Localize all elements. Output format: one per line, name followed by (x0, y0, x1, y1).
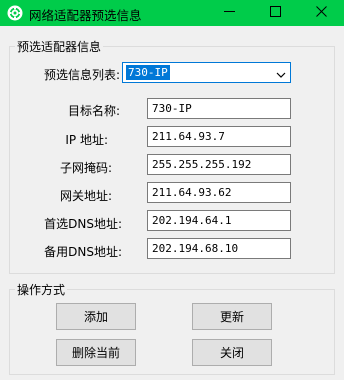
title-bar[interactable]: 网络适配器预选信息 (0, 0, 344, 26)
preset-list-label: 预选信息列表: (43, 68, 120, 82)
delete-current-button[interactable]: 删除当前 (56, 339, 136, 366)
chevron-down-icon (276, 68, 286, 78)
ip-address-label: IP 地址: (65, 133, 108, 147)
maximize-button[interactable] (252, 0, 298, 26)
update-button[interactable]: 更新 (192, 303, 272, 330)
close-window-button[interactable] (298, 0, 344, 26)
minimize-icon (223, 6, 235, 20)
add-button[interactable]: 添加 (56, 303, 136, 330)
preset-list-selected-value: 730-IP (126, 65, 170, 80)
adapter-info-legend: 预选适配器信息 (15, 38, 104, 55)
adapter-presets-window: 网络适配器预选信息 预选适配器信息 预选信息列表: 730-IP 目标名称: 7… (0, 0, 344, 380)
target-name-field[interactable]: 730-IP (147, 98, 291, 119)
ip-address-field[interactable]: 211.64.93.7 (147, 126, 291, 147)
gear-icon (7, 5, 23, 21)
primary-dns-field[interactable]: 202.194.64.1 (147, 210, 291, 231)
close-button[interactable]: 关闭 (192, 339, 272, 366)
maximize-icon (269, 6, 281, 20)
subnet-mask-label: 子网掩码: (59, 161, 112, 175)
gateway-field[interactable]: 211.64.93.62 (147, 182, 291, 203)
window-title: 网络适配器预选信息 (29, 8, 142, 23)
close-icon (315, 6, 327, 20)
preset-list-select[interactable]: 730-IP (122, 62, 291, 83)
secondary-dns-label: 备用DNS地址: (44, 245, 122, 259)
subnet-mask-field[interactable]: 255.255.255.192 (147, 154, 291, 175)
target-name-label: 目标名称: (67, 104, 120, 118)
actions-legend: 操作方式 (15, 281, 68, 298)
minimize-button[interactable] (206, 0, 252, 26)
gateway-label: 网关地址: (59, 189, 112, 203)
secondary-dns-field[interactable]: 202.194.68.10 (147, 238, 291, 259)
primary-dns-label: 首选DNS地址: (44, 217, 122, 231)
